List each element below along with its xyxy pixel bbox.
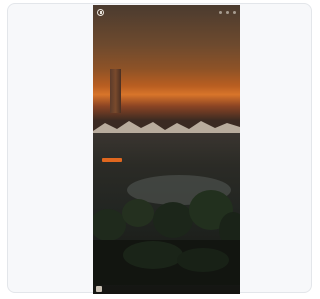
hero-cta-button[interactable] xyxy=(102,158,122,162)
close-icon[interactable] xyxy=(233,10,236,14)
app-logo-icon xyxy=(97,8,104,16)
app-window xyxy=(93,5,240,294)
title-bar xyxy=(93,5,240,19)
settings-icon[interactable] xyxy=(96,286,102,292)
tower-silhouette xyxy=(110,69,121,113)
maximize-icon[interactable] xyxy=(226,10,229,14)
window-controls xyxy=(219,10,236,14)
tree-line xyxy=(93,190,240,285)
minimize-icon[interactable] xyxy=(219,10,222,14)
